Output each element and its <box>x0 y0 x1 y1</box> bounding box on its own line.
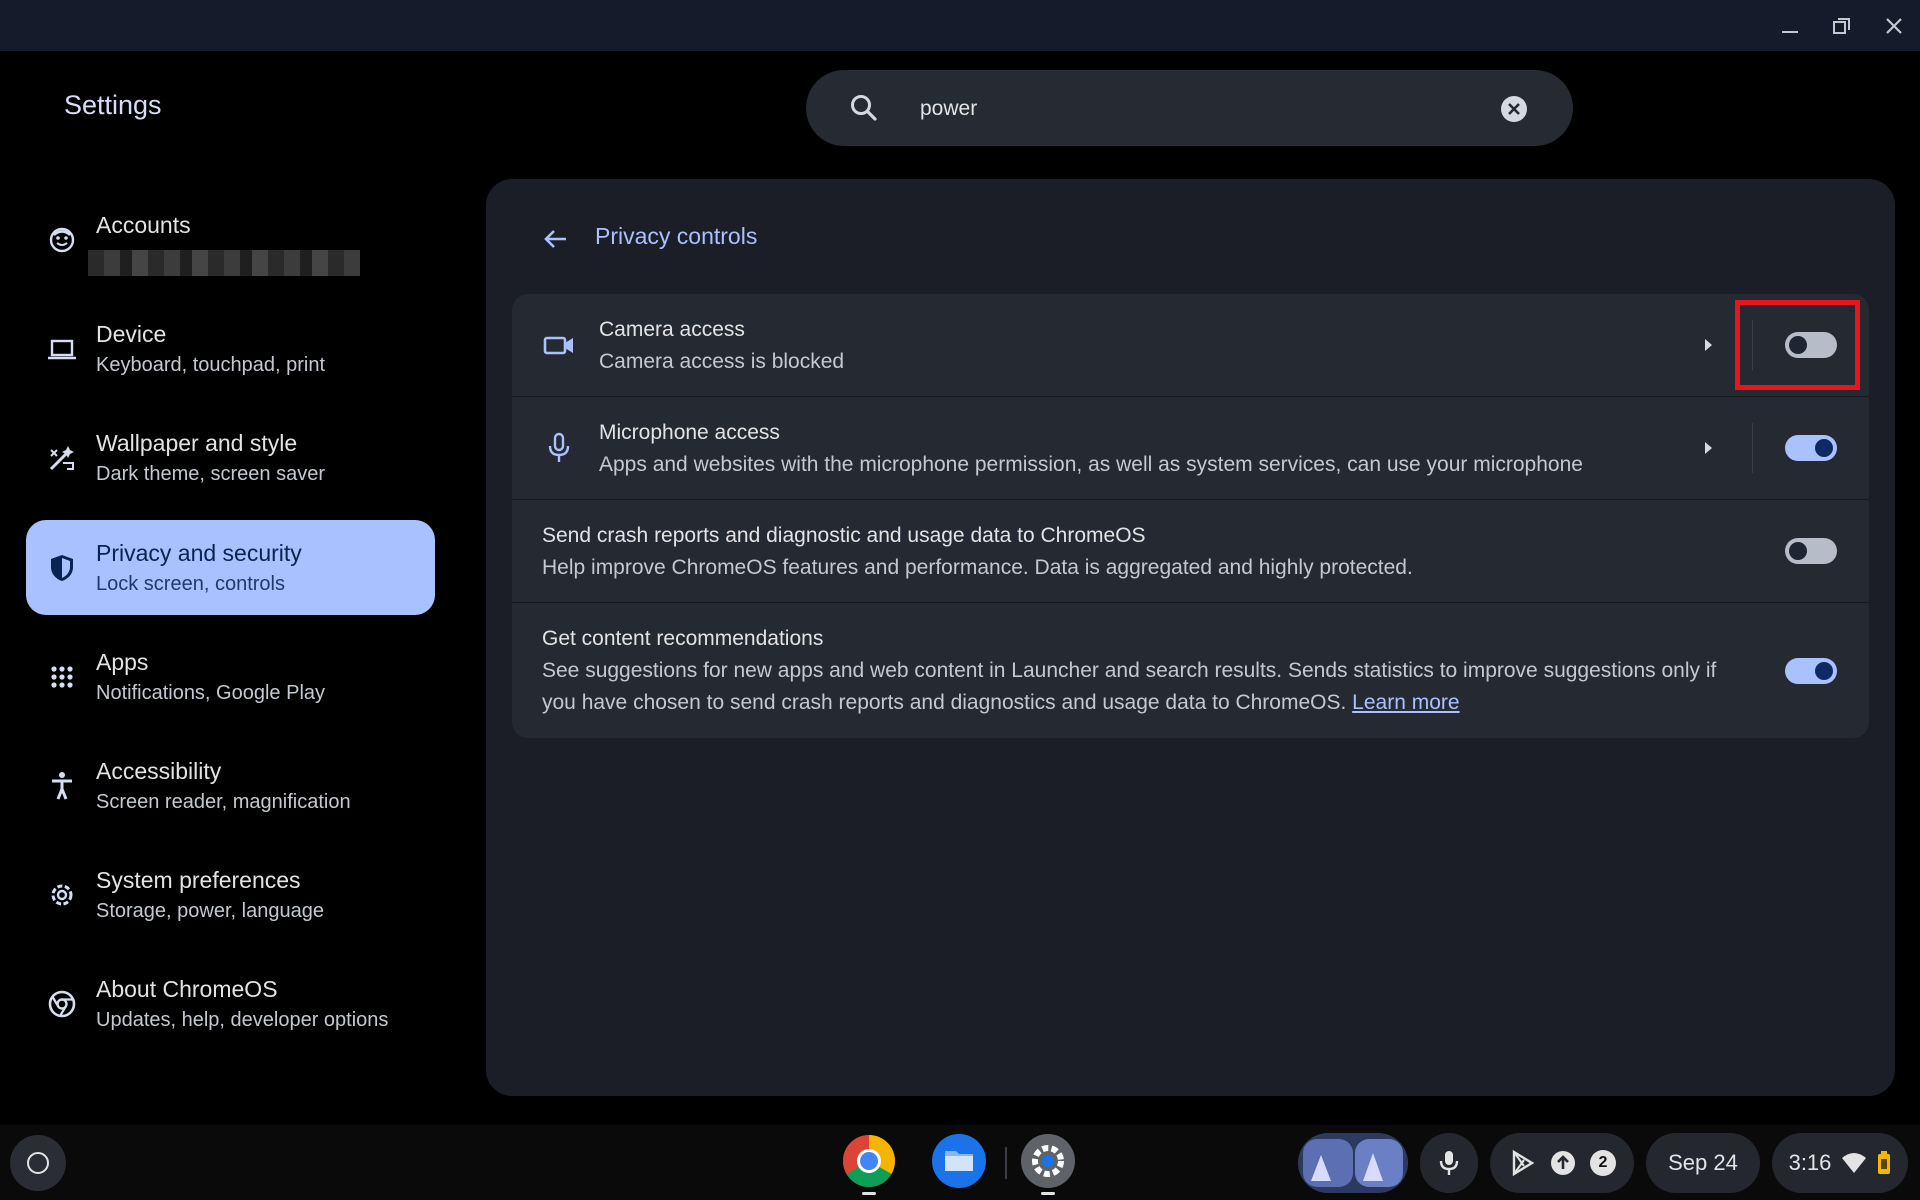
gear-icon <box>51 884 73 906</box>
chevron-right-icon[interactable] <box>1698 335 1718 355</box>
camera-access-title: Camera access <box>599 318 745 341</box>
sidebar-item-subtitle: Updates, help, developer options <box>96 1009 389 1031</box>
back-arrow-icon[interactable] <box>540 223 572 255</box>
content-recommendations-subtitle-line1: See suggestions for new apps and web con… <box>542 659 1717 682</box>
laptop-icon <box>48 339 76 360</box>
microphone-access-title: Microphone access <box>599 421 780 444</box>
camera-icon <box>543 336 573 355</box>
files-icon[interactable] <box>931 1133 987 1189</box>
sidebar-item-title: Wallpaper and style <box>96 430 298 456</box>
sidebar-item-title: Accounts <box>96 212 191 238</box>
sidebar-item-subtitle: Lock screen, controls <box>96 573 285 595</box>
restore-button[interactable] <box>1824 8 1860 44</box>
notification-count-badge: 2 <box>1590 1150 1616 1176</box>
account-icon <box>49 227 75 253</box>
microphone-access-row[interactable]: Microphone access Apps and websites with… <box>512 396 1869 500</box>
app-title: Settings <box>64 90 162 120</box>
microphone-icon <box>1439 1151 1459 1175</box>
upload-icon <box>1551 1151 1575 1175</box>
search-input[interactable] <box>918 88 1482 130</box>
sidebar-item-system-preferences[interactable]: System preferences Storage, power, langu… <box>26 847 435 942</box>
crash-reports-toggle[interactable] <box>1785 538 1837 564</box>
launcher-button[interactable] <box>10 1135 66 1191</box>
main-panel: Privacy controls Camera access Camera ac… <box>486 179 1895 1096</box>
content-recommendations-toggle[interactable] <box>1785 658 1837 684</box>
sidebar-item-subtitle: Notifications, Google Play <box>96 682 326 704</box>
sidebar-item-title: Device <box>96 321 167 347</box>
microphone-icon <box>548 432 570 462</box>
play-store-icon <box>1512 1149 1535 1177</box>
content-recommendations-title: Get content recommendations <box>542 627 824 650</box>
paint-icon <box>49 446 74 471</box>
sidebar-item-accessibility[interactable]: Accessibility Screen reader, magnificati… <box>26 738 435 833</box>
shelf-divider <box>1005 1147 1007 1179</box>
content-recommendations-row[interactable]: Get content recommendations See suggesti… <box>512 602 1869 738</box>
running-indicator <box>862 1192 876 1195</box>
sidebar-item-privacy[interactable]: Privacy and security Lock screen, contro… <box>26 520 435 615</box>
media-thumbnails[interactable] <box>1298 1133 1408 1193</box>
camera-access-subtitle: Camera access is blocked <box>599 350 845 373</box>
privacy-controls-list: Camera access Camera access is blocked M… <box>512 294 1869 738</box>
sidebar-item-subtitle: Screen reader, magnification <box>96 791 351 813</box>
battery-icon <box>1878 1151 1891 1174</box>
toggle-knob <box>1815 662 1833 680</box>
subtitle-text: you have chosen to send crash reports an… <box>542 691 1347 714</box>
wifi-icon <box>1842 1153 1867 1173</box>
accessibility-icon <box>52 772 72 800</box>
crash-reports-subtitle: Help improve ChromeOS features and perfo… <box>542 556 1413 579</box>
chevron-right-icon[interactable] <box>1698 438 1718 458</box>
chrome-icon[interactable] <box>841 1133 897 1189</box>
toggle-knob <box>1789 542 1807 560</box>
search-icon <box>851 95 877 121</box>
content-recommendations-subtitle-line2: you have chosen to send crash reports an… <box>542 687 1460 719</box>
crash-reports-title: Send crash reports and diagnostic and us… <box>542 524 1146 547</box>
settings-icon[interactable] <box>1020 1133 1076 1189</box>
title-bar <box>0 0 1920 51</box>
camera-access-row[interactable]: Camera access Camera access is blocked <box>512 294 1869 396</box>
page-title: Privacy controls <box>595 223 758 249</box>
toggle-knob <box>1815 439 1833 457</box>
highlight-box <box>1735 300 1860 390</box>
date-pill[interactable]: Sep 24 <box>1646 1133 1760 1193</box>
image-thumbnails-icon <box>1303 1139 1403 1187</box>
sidebar-item-subtitle: Dark theme, screen saver <box>96 463 325 485</box>
sidebar-item-title: System preferences <box>96 867 301 893</box>
clear-icon[interactable] <box>1499 94 1529 124</box>
learn-more-link[interactable]: Learn more <box>1352 691 1459 714</box>
apps-grid-icon <box>51 666 73 688</box>
notification-pill[interactable]: 2 <box>1490 1133 1634 1193</box>
time-text: 3:16 <box>1788 1150 1832 1175</box>
shelf: 2 Sep 24 3:16 <box>0 1125 1920 1200</box>
divider <box>1752 423 1753 473</box>
sidebar-item-device[interactable]: Device Keyboard, touchpad, print <box>26 301 435 396</box>
restore-icon <box>1833 18 1850 34</box>
microphone-access-toggle[interactable] <box>1785 435 1837 461</box>
redacted-account-email <box>88 250 360 276</box>
microphone-access-subtitle: Apps and websites with the microphone pe… <box>599 453 1583 476</box>
sidebar-item-title: Privacy and security <box>96 540 302 566</box>
search-bar[interactable] <box>806 70 1573 146</box>
microphone-button[interactable] <box>1420 1133 1478 1193</box>
sidebar-item-title: Apps <box>96 649 149 675</box>
sidebar-item-apps[interactable]: Apps Notifications, Google Play <box>26 629 435 724</box>
close-button[interactable] <box>1876 8 1912 44</box>
running-indicator <box>1041 1192 1055 1195</box>
sidebar-item-wallpaper[interactable]: Wallpaper and style Dark theme, screen s… <box>26 410 435 505</box>
minimize-button[interactable] <box>1772 8 1808 44</box>
sidebar-item-about-chromeos[interactable]: About ChromeOS Updates, help, developer … <box>26 956 435 1051</box>
crash-reports-row[interactable]: Send crash reports and diagnostic and us… <box>512 499 1869 603</box>
shield-icon <box>51 555 73 581</box>
date-text: Sep 24 <box>1668 1150 1738 1175</box>
sidebar-item-subtitle: Keyboard, touchpad, print <box>96 354 326 376</box>
sidebar-item-title: About ChromeOS <box>96 976 278 1002</box>
minimize-icon <box>1782 31 1798 33</box>
chromeos-icon <box>48 990 76 1018</box>
sidebar-item-title: Accessibility <box>96 758 222 784</box>
close-icon <box>1886 18 1902 34</box>
sidebar-item-subtitle: Storage, power, language <box>96 900 324 922</box>
sidebar-item-accounts[interactable]: Accounts <box>26 192 435 287</box>
status-area[interactable]: 3:16 <box>1772 1133 1908 1193</box>
